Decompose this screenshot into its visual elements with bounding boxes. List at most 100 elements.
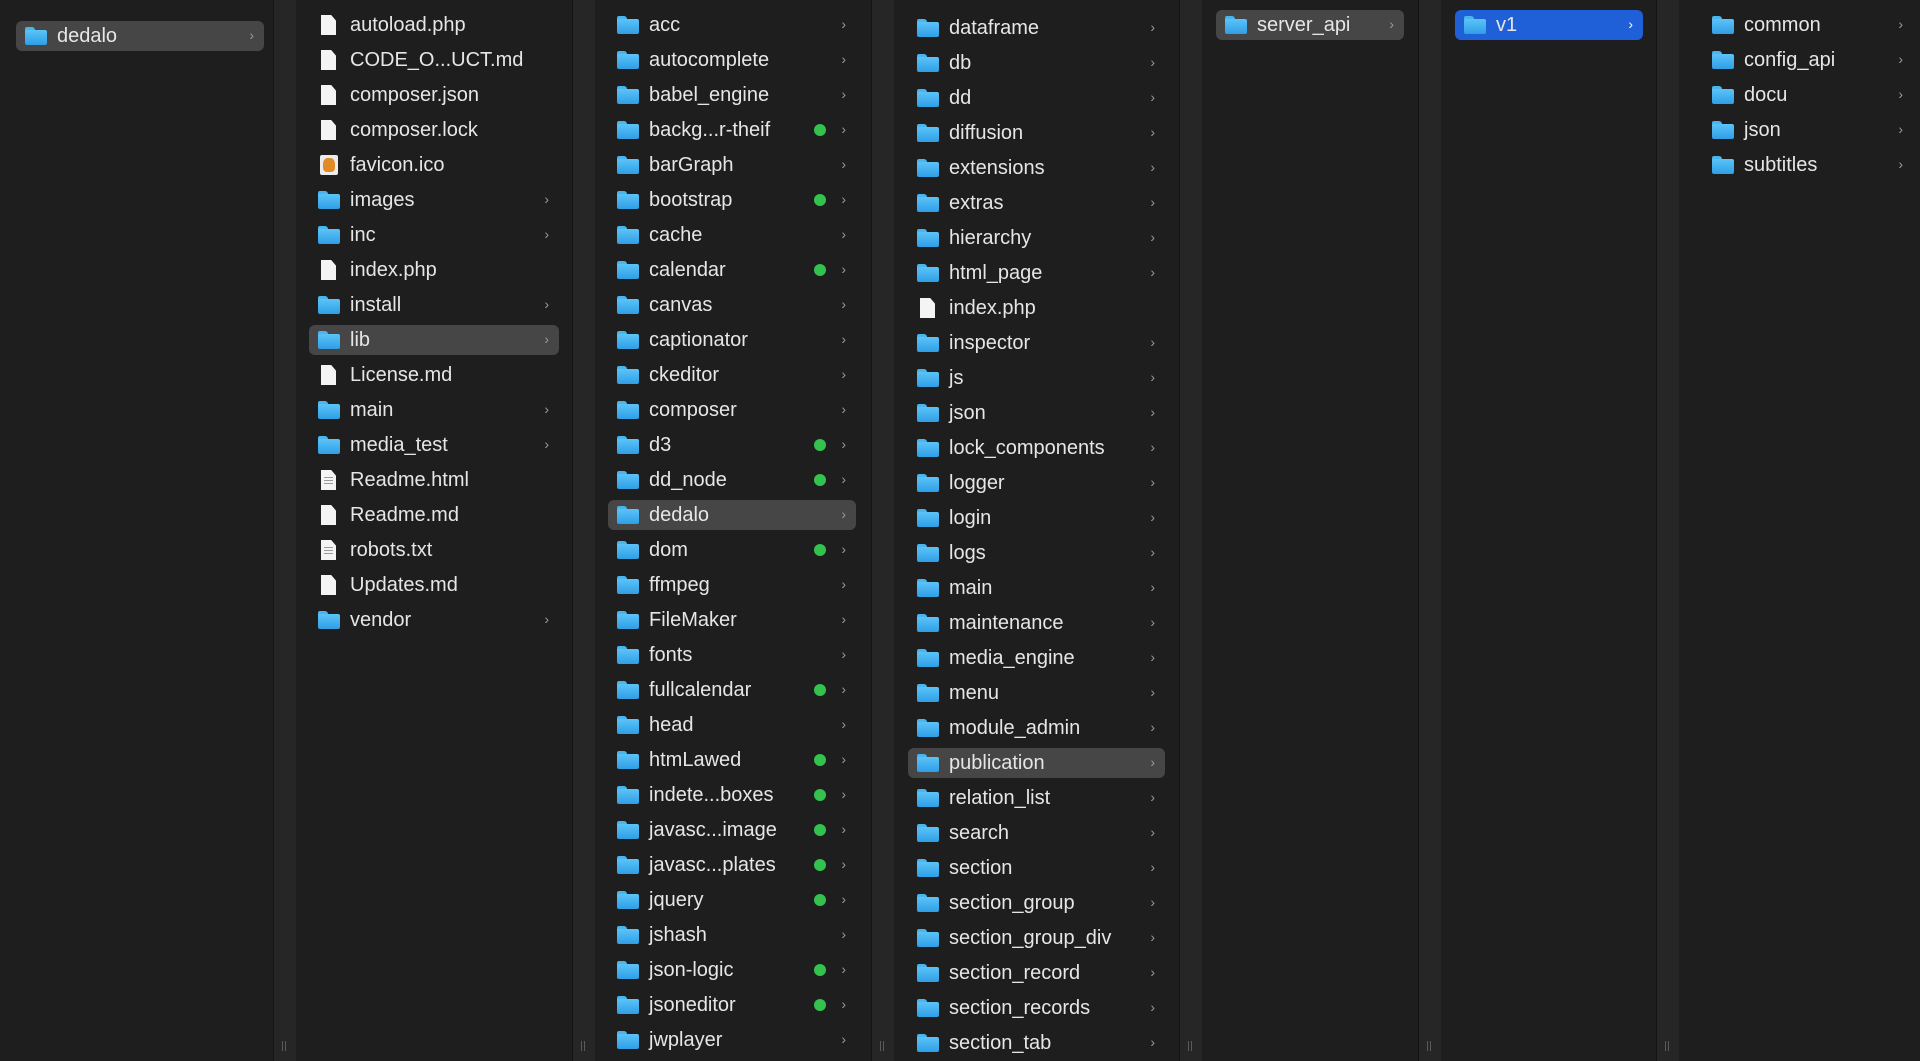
- column-resize-handle[interactable]: [1179, 0, 1202, 1061]
- folder-item[interactable]: jshash ›: [608, 920, 856, 950]
- folder-item[interactable]: backg...r-theif ›: [608, 115, 856, 145]
- folder-item[interactable]: FileMaker ›: [608, 605, 856, 635]
- folder-item[interactable]: config_api ›: [1703, 45, 1913, 75]
- folder-item[interactable]: bootstrap ›: [608, 185, 856, 215]
- folder-item[interactable]: extras ›: [908, 188, 1165, 218]
- column-resize-handle[interactable]: [1418, 0, 1441, 1061]
- folder-item[interactable]: fullcalendar ›: [608, 675, 856, 705]
- folder-item[interactable]: jwplayer ›: [608, 1025, 856, 1055]
- column-2[interactable]: autoload.php CODE_O...UCT.md composer.json…: [296, 0, 571, 1061]
- folder-item[interactable]: dd ›: [908, 83, 1165, 113]
- folder-item[interactable]: logger ›: [908, 468, 1165, 498]
- folder-item[interactable]: dom ›: [608, 535, 856, 565]
- column-resize-handle[interactable]: [1656, 0, 1679, 1061]
- folder-item[interactable]: module_admin ›: [908, 713, 1165, 743]
- file-item[interactable]: favicon.ico: [309, 150, 559, 180]
- folder-item[interactable]: menu ›: [908, 678, 1165, 708]
- folder-item[interactable]: media_engine ›: [908, 643, 1165, 673]
- file-item[interactable]: Readme.md: [309, 500, 559, 530]
- folder-item[interactable]: maintenance ›: [908, 608, 1165, 638]
- folder-item[interactable]: publication ›: [908, 748, 1165, 778]
- folder-item[interactable]: javasc...image ›: [608, 815, 856, 845]
- folder-item[interactable]: section_tab ›: [908, 1028, 1165, 1058]
- folder-item[interactable]: cache ›: [608, 220, 856, 250]
- folder-item[interactable]: section_records ›: [908, 993, 1165, 1023]
- column-4[interactable]: dataframe › db › dd › diffusion › extensions › ext…: [895, 0, 1172, 1061]
- folder-item[interactable]: diffusion ›: [908, 118, 1165, 148]
- folder-item[interactable]: js ›: [908, 363, 1165, 393]
- folder-item[interactable]: javasc...plates ›: [608, 850, 856, 880]
- column-7[interactable]: common › config_api › docu › json › subtitles ›: [1679, 0, 1920, 1061]
- folder-item[interactable]: html_page ›: [908, 258, 1165, 288]
- column-resize-handle[interactable]: [871, 0, 894, 1061]
- folder-item[interactable]: dd_node ›: [608, 465, 856, 495]
- file-item[interactable]: Readme.html: [309, 465, 559, 495]
- folder-item[interactable]: docu ›: [1703, 80, 1913, 110]
- file-item[interactable]: composer.json: [309, 80, 559, 110]
- folder-item[interactable]: vendor ›: [309, 605, 559, 635]
- folder-item[interactable]: indete...boxes ›: [608, 780, 856, 810]
- folder-item[interactable]: canvas ›: [608, 290, 856, 320]
- folder-item[interactable]: autocomplete ›: [608, 45, 856, 75]
- folder-item[interactable]: lib ›: [309, 325, 559, 355]
- folder-item[interactable]: media_test ›: [309, 430, 559, 460]
- column-6[interactable]: v1 ›: [1441, 0, 1656, 1061]
- folder-item[interactable]: ckeditor ›: [608, 360, 856, 390]
- folder-item[interactable]: calendar ›: [608, 255, 856, 285]
- column-resize-handle[interactable]: [572, 0, 595, 1061]
- folder-item[interactable]: fonts ›: [608, 640, 856, 670]
- column-resize-handle[interactable]: [273, 0, 296, 1061]
- folder-item[interactable]: section ›: [908, 853, 1165, 883]
- file-item[interactable]: composer.lock: [309, 115, 559, 145]
- folder-item[interactable]: relation_list ›: [908, 783, 1165, 813]
- folder-item[interactable]: images ›: [309, 185, 559, 215]
- folder-item[interactable]: section_group ›: [908, 888, 1165, 918]
- folder-item[interactable]: dedalo ›: [16, 21, 264, 51]
- folder-item[interactable]: main ›: [309, 395, 559, 425]
- column-5[interactable]: server_api ›: [1202, 0, 1418, 1061]
- folder-item[interactable]: dataframe ›: [908, 13, 1165, 43]
- folder-item[interactable]: composer ›: [608, 395, 856, 425]
- folder-item[interactable]: babel_engine ›: [608, 80, 856, 110]
- folder-item[interactable]: head ›: [608, 710, 856, 740]
- folder-item[interactable]: jsoneditor ›: [608, 990, 856, 1020]
- folder-item[interactable]: server_api ›: [1216, 10, 1404, 40]
- file-item[interactable]: Updates.md: [309, 570, 559, 600]
- folder-item[interactable]: search ›: [908, 818, 1165, 848]
- folder-item[interactable]: captionator ›: [608, 325, 856, 355]
- folder-item[interactable]: htmLawed ›: [608, 745, 856, 775]
- folder-item[interactable]: v1 ›: [1455, 10, 1643, 40]
- file-item[interactable]: index.php: [908, 293, 1165, 323]
- folder-item[interactable]: section_record ›: [908, 958, 1165, 988]
- folder-item[interactable]: db ›: [908, 48, 1165, 78]
- folder-item[interactable]: logs ›: [908, 538, 1165, 568]
- folder-item[interactable]: install ›: [309, 290, 559, 320]
- file-item[interactable]: CODE_O...UCT.md: [309, 45, 559, 75]
- file-item[interactable]: License.md: [309, 360, 559, 390]
- folder-item[interactable]: hierarchy ›: [908, 223, 1165, 253]
- folder-item[interactable]: inspector ›: [908, 328, 1165, 358]
- folder-item[interactable]: json-logic ›: [608, 955, 856, 985]
- chevron-right-icon: ›: [1150, 684, 1155, 700]
- file-item[interactable]: robots.txt: [309, 535, 559, 565]
- folder-item[interactable]: section_group_div ›: [908, 923, 1165, 953]
- folder-item[interactable]: barGraph ›: [608, 150, 856, 180]
- folder-item[interactable]: ffmpeg ›: [608, 570, 856, 600]
- folder-item[interactable]: extensions ›: [908, 153, 1165, 183]
- folder-item[interactable]: d3 ›: [608, 430, 856, 460]
- folder-item[interactable]: acc ›: [608, 10, 856, 40]
- folder-item[interactable]: dedalo ›: [608, 500, 856, 530]
- file-item[interactable]: index.php: [309, 255, 559, 285]
- folder-item[interactable]: inc ›: [309, 220, 559, 250]
- folder-item[interactable]: main ›: [908, 573, 1165, 603]
- folder-item[interactable]: json ›: [1703, 115, 1913, 145]
- column-3[interactable]: acc › autocomplete › babel_engine › backg...r-…: [595, 0, 872, 1061]
- folder-item[interactable]: lock_components ›: [908, 433, 1165, 463]
- file-item[interactable]: autoload.php: [309, 10, 559, 40]
- folder-item[interactable]: jquery ›: [608, 885, 856, 915]
- folder-item[interactable]: login ›: [908, 503, 1165, 533]
- folder-item[interactable]: common ›: [1703, 10, 1913, 40]
- folder-item[interactable]: subtitles ›: [1703, 150, 1913, 180]
- column-1[interactable]: dedalo ›: [0, 0, 270, 1061]
- folder-item[interactable]: json ›: [908, 398, 1165, 428]
